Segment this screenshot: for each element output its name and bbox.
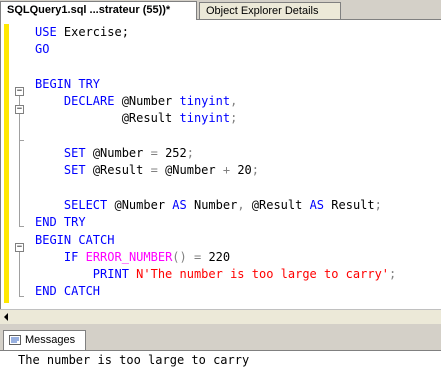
scroll-left-arrow-icon[interactable] bbox=[4, 313, 8, 321]
tab-messages[interactable]: Messages bbox=[3, 330, 86, 350]
code-token: 252 bbox=[165, 146, 187, 161]
code-token: 20 bbox=[237, 163, 252, 178]
code-token: @Result bbox=[121, 111, 180, 126]
code-token: END TRY bbox=[35, 215, 86, 230]
code-token: SELECT bbox=[63, 197, 115, 212]
tab-object-explorer-details-label: Object Explorer Details bbox=[206, 5, 319, 17]
code-token: Exercise; bbox=[63, 25, 129, 39]
code-line[interactable]: END CATCH bbox=[35, 283, 396, 300]
code-token: N'The number is too large to carry' bbox=[136, 267, 390, 282]
code-token: Number bbox=[193, 197, 238, 212]
code-token: () bbox=[172, 249, 194, 264]
code-token: USE bbox=[35, 25, 64, 39]
code-token: @Result bbox=[92, 163, 151, 178]
change-tracking-margin bbox=[4, 24, 9, 303]
code-token: @Number bbox=[121, 94, 180, 109]
result-message: The number is too large to carry bbox=[18, 353, 250, 367]
code-token: @Number bbox=[114, 197, 173, 212]
query-editor[interactable]: − − − USE Exercise; GO BEGIN TRY DECLARE … bbox=[0, 20, 441, 309]
code-token: ; bbox=[186, 146, 194, 161]
code-line[interactable] bbox=[35, 59, 396, 76]
code-token: GO bbox=[35, 42, 50, 57]
code-token: , bbox=[230, 94, 238, 109]
code-token: = bbox=[150, 146, 166, 161]
outline-line-catch bbox=[19, 252, 20, 297]
code-token: IF bbox=[63, 249, 86, 264]
tab-sqlquery1[interactable]: SQLQuery1.sql ...strateur (55))* bbox=[0, 1, 197, 20]
results-tab-strip: Messages bbox=[0, 328, 441, 350]
collapse-begin-try-icon[interactable]: − bbox=[15, 87, 24, 96]
code-token: Result bbox=[331, 197, 375, 212]
code-token: DECLARE bbox=[63, 94, 122, 109]
code-token: tinyint bbox=[179, 111, 231, 126]
code-line[interactable]: GO bbox=[35, 41, 396, 58]
code-token: ; bbox=[251, 163, 259, 178]
collapse-begin-catch-icon[interactable]: − bbox=[15, 243, 24, 252]
code-token: , bbox=[237, 197, 252, 212]
outline-end-try bbox=[19, 226, 24, 227]
code-token: = bbox=[150, 163, 166, 178]
code-token: ; bbox=[374, 197, 382, 212]
code-token: AS bbox=[172, 197, 194, 212]
code-line[interactable]: END TRY bbox=[35, 214, 396, 231]
outline-line-try bbox=[19, 96, 20, 226]
code-token: AS bbox=[309, 197, 332, 212]
code-line[interactable]: SELECT @Number AS Number, @Result AS Res… bbox=[35, 197, 396, 214]
code-line[interactable]: DECLARE @Number tinyint, bbox=[35, 93, 396, 110]
code-line[interactable]: SET @Result = @Number + 20; bbox=[35, 162, 396, 179]
code-line[interactable]: USE Exercise; bbox=[35, 24, 396, 41]
code-token: ; bbox=[389, 267, 397, 282]
collapse-declare-icon[interactable]: − bbox=[15, 105, 24, 114]
code-token: @Number bbox=[165, 163, 223, 178]
messages-icon bbox=[9, 335, 21, 345]
code-token: END CATCH bbox=[35, 284, 101, 299]
code-line[interactable]: @Result tinyint; bbox=[35, 110, 396, 127]
outline-end-catch bbox=[19, 296, 24, 297]
code-token: tinyint bbox=[179, 94, 231, 109]
tab-sqlquery1-label: SQLQuery1.sql ...strateur (55))* bbox=[7, 4, 171, 16]
code-token: = bbox=[193, 249, 209, 264]
code-line[interactable]: IF ERROR_NUMBER() = 220 bbox=[35, 249, 396, 266]
code-line[interactable] bbox=[35, 180, 396, 197]
editor-horizontal-scrollbar[interactable] bbox=[0, 309, 441, 324]
code-line[interactable]: BEGIN TRY bbox=[35, 76, 396, 93]
code-token: @Number bbox=[92, 146, 151, 161]
code-token: SET bbox=[63, 163, 93, 178]
messages-pane[interactable]: The number is too large to carry bbox=[0, 350, 441, 370]
code-token: BEGIN TRY bbox=[35, 76, 101, 91]
code-token: ERROR_NUMBER bbox=[85, 249, 173, 264]
code-token: BEGIN CATCH bbox=[35, 232, 115, 247]
tab-object-explorer-details[interactable]: Object Explorer Details bbox=[199, 2, 341, 19]
code-token: 220 bbox=[208, 249, 231, 264]
code-line[interactable] bbox=[35, 128, 396, 145]
outline-end-declare bbox=[19, 140, 24, 141]
sql-code[interactable]: USE Exercise; GO BEGIN TRY DECLARE @Numbe… bbox=[35, 24, 396, 301]
code-token: @Result bbox=[251, 197, 310, 212]
code-token: SET bbox=[63, 146, 93, 161]
code-line[interactable]: PRINT N'The number is too large to carry… bbox=[35, 266, 396, 283]
code-token: PRINT bbox=[92, 267, 137, 282]
tab-messages-label: Messages bbox=[25, 334, 76, 346]
code-token: ; bbox=[230, 111, 238, 126]
code-line[interactable]: BEGIN CATCH bbox=[35, 232, 396, 249]
code-line[interactable]: SET @Number = 252; bbox=[35, 145, 396, 162]
document-tab-strip: SQLQuery1.sql ...strateur (55))* Object … bbox=[0, 0, 441, 20]
code-token: + bbox=[222, 163, 238, 178]
